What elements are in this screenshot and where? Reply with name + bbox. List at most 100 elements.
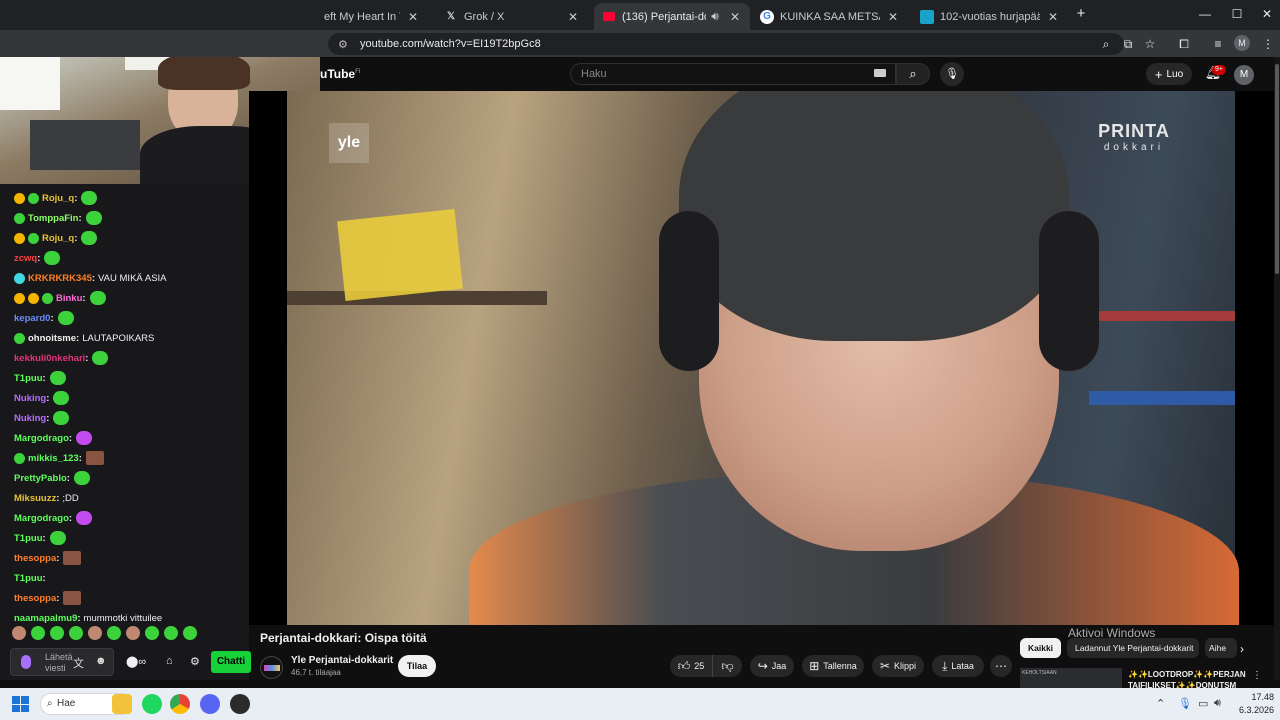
chat-username[interactable]: KRKRKRK345 [28,273,92,284]
chat-badge-icon[interactable] [14,232,25,244]
chat-username[interactable]: Miksuuzz [14,493,56,504]
chat-username[interactable]: Nuking [14,393,46,404]
scrollbar-thumb[interactable] [1275,64,1279,274]
emote-icon[interactable] [88,626,102,640]
save-button[interactable]: ⊞ Tallenna [802,655,864,677]
obs-icon[interactable] [230,694,250,714]
emote-icon[interactable] [44,251,61,265]
emote-icon[interactable] [164,626,178,640]
chat-badge-icon[interactable] [14,192,25,204]
emote-icon[interactable] [81,231,98,245]
download-button[interactable]: ⤓ Lataa [932,655,984,677]
chat-username[interactable]: kepard0 [14,313,50,324]
chat-input[interactable]: Lähetä viesti 文 ☻ [10,648,114,676]
chat-badge-icon[interactable] [14,272,25,284]
microphone-icon[interactable]: 🎙︎ [1178,697,1192,710]
chat-send-button[interactable]: Chatti [211,651,251,673]
chat-badge-icon[interactable] [42,292,53,304]
chat-badge-icon[interactable] [14,212,25,224]
chat-badge-icon[interactable] [14,452,25,464]
chat-badge-icon[interactable] [28,292,39,304]
create-button[interactable]: + Luo [1146,63,1192,85]
chat-badge-icon[interactable] [28,232,39,244]
chat-username[interactable]: thesoppa [14,593,56,604]
chat-username[interactable]: TomppaFin [28,213,78,224]
like-button[interactable]: 👍︎ 25 [670,655,712,677]
chat-username[interactable]: Nuking [14,413,46,424]
browser-tab[interactable]: 102-vuotias hurjapää kiipesi m ✕ [912,3,1068,30]
chip-topic[interactable]: Aihe [1205,638,1238,658]
browser-menu-icon[interactable]: ⋮ [1258,34,1278,54]
file-explorer-icon[interactable] [112,694,132,714]
close-tab-icon[interactable]: ✕ [886,10,900,24]
emote-icon[interactable] [183,626,197,640]
translate-icon[interactable]: 文 [73,655,84,671]
discord-icon[interactable] [200,694,220,714]
chat-username[interactable]: naamapalmu9 [14,613,77,624]
emote-icon[interactable] [89,291,106,305]
profile-avatar[interactable]: M [1234,35,1250,51]
settings-gear-icon[interactable]: ⚙ [190,655,200,668]
emote-icon[interactable] [85,211,102,225]
browser-tab[interactable]: G KUINKA SAA METSÄSTYSKORT ✕ [752,3,908,30]
chat-badge-icon[interactable] [28,192,39,204]
chat-badge-icon[interactable] [14,292,25,304]
close-window-button[interactable]: ✕ [1252,4,1280,24]
url-field[interactable]: ⚙ youtube.com/watch?v=EI19T2bpGc8 [328,33,1124,55]
emote-icon[interactable] [63,551,82,565]
microphone-icon[interactable] [21,655,31,669]
spotify-icon[interactable] [142,694,162,714]
taskbar-clock[interactable]: 17.48 6.3.2026 [1230,691,1274,717]
emote-icon[interactable] [145,626,159,640]
video-player[interactable]: yle PRINTA dokkari [249,91,1280,625]
chat-username[interactable]: zcwq [14,253,37,264]
emote-icon[interactable] [31,626,45,640]
chat-username[interactable]: Margodrago [14,433,69,444]
bits-icon[interactable]: ⬤∞ [126,655,146,668]
emote-icon[interactable] [76,431,93,445]
emote-icon[interactable] [63,591,82,605]
close-tab-icon[interactable]: ✕ [406,10,420,24]
chevron-right-icon[interactable]: › [1240,642,1244,656]
extensions-icon[interactable]: ⧠ [1174,34,1194,54]
more-icon[interactable]: ⋮ [1252,670,1262,681]
volume-icon[interactable]: 🔊︎ [1214,697,1221,710]
chat-username[interactable]: Roju_q [42,193,74,204]
emote-icon[interactable] [53,411,70,425]
browser-tab-active[interactable]: (136) Perjantai-dokkari: Oisp 🔊︎ ✕ [594,3,750,30]
emote-icon[interactable] [92,351,109,365]
emote-icon[interactable] [49,531,66,545]
new-tab-button[interactable]: + [1066,4,1096,24]
emote-icon[interactable] [49,371,66,385]
chat-username[interactable]: T1puu [14,533,43,544]
bookmark-star-icon[interactable]: ☆ [1140,34,1160,54]
emote-icon[interactable] [12,626,26,640]
dislike-button[interactable]: 👎︎ [712,655,742,677]
media-controls-icon[interactable]: ≡ [1208,34,1228,54]
emote-icon[interactable] [107,626,121,640]
emote-icon[interactable] [81,191,98,205]
chat-username[interactable]: thesoppa [14,553,56,564]
emote-icon[interactable] [73,471,90,485]
chat-username[interactable]: Margodrago [14,513,69,524]
close-tab-icon[interactable]: ✕ [566,10,580,24]
search-button[interactable]: ⌕ [896,63,930,85]
chevron-up-icon[interactable]: ⌃ [1156,697,1165,710]
recommended-thumbnail[interactable]: KEHOLTSIAAN [1020,668,1122,690]
minimize-button[interactable]: — [1190,4,1220,24]
share-button[interactable]: ↪ Jaa [750,655,794,677]
chat-username[interactable]: T1puu [14,573,43,584]
close-tab-icon[interactable]: ✕ [1046,10,1060,24]
emote-icon[interactable] [85,451,104,465]
speaker-icon[interactable]: 🔊︎ [708,9,722,24]
clip-button[interactable]: ✂ Klippi [872,655,924,677]
install-app-icon[interactable]: ⧉ [1118,34,1138,54]
subscribe-button[interactable]: Tilaa [398,655,436,677]
search-input[interactable]: Haku [570,63,896,85]
emote-icon[interactable] [53,391,70,405]
voice-search-button[interactable]: 🎙︎ [940,62,964,86]
emote-icon[interactable] [57,311,74,325]
chat-username[interactable]: T1puu [14,373,43,384]
zoom-icon[interactable]: ⌕ [1096,34,1116,54]
site-info-icon[interactable]: ⚙ [338,38,352,51]
